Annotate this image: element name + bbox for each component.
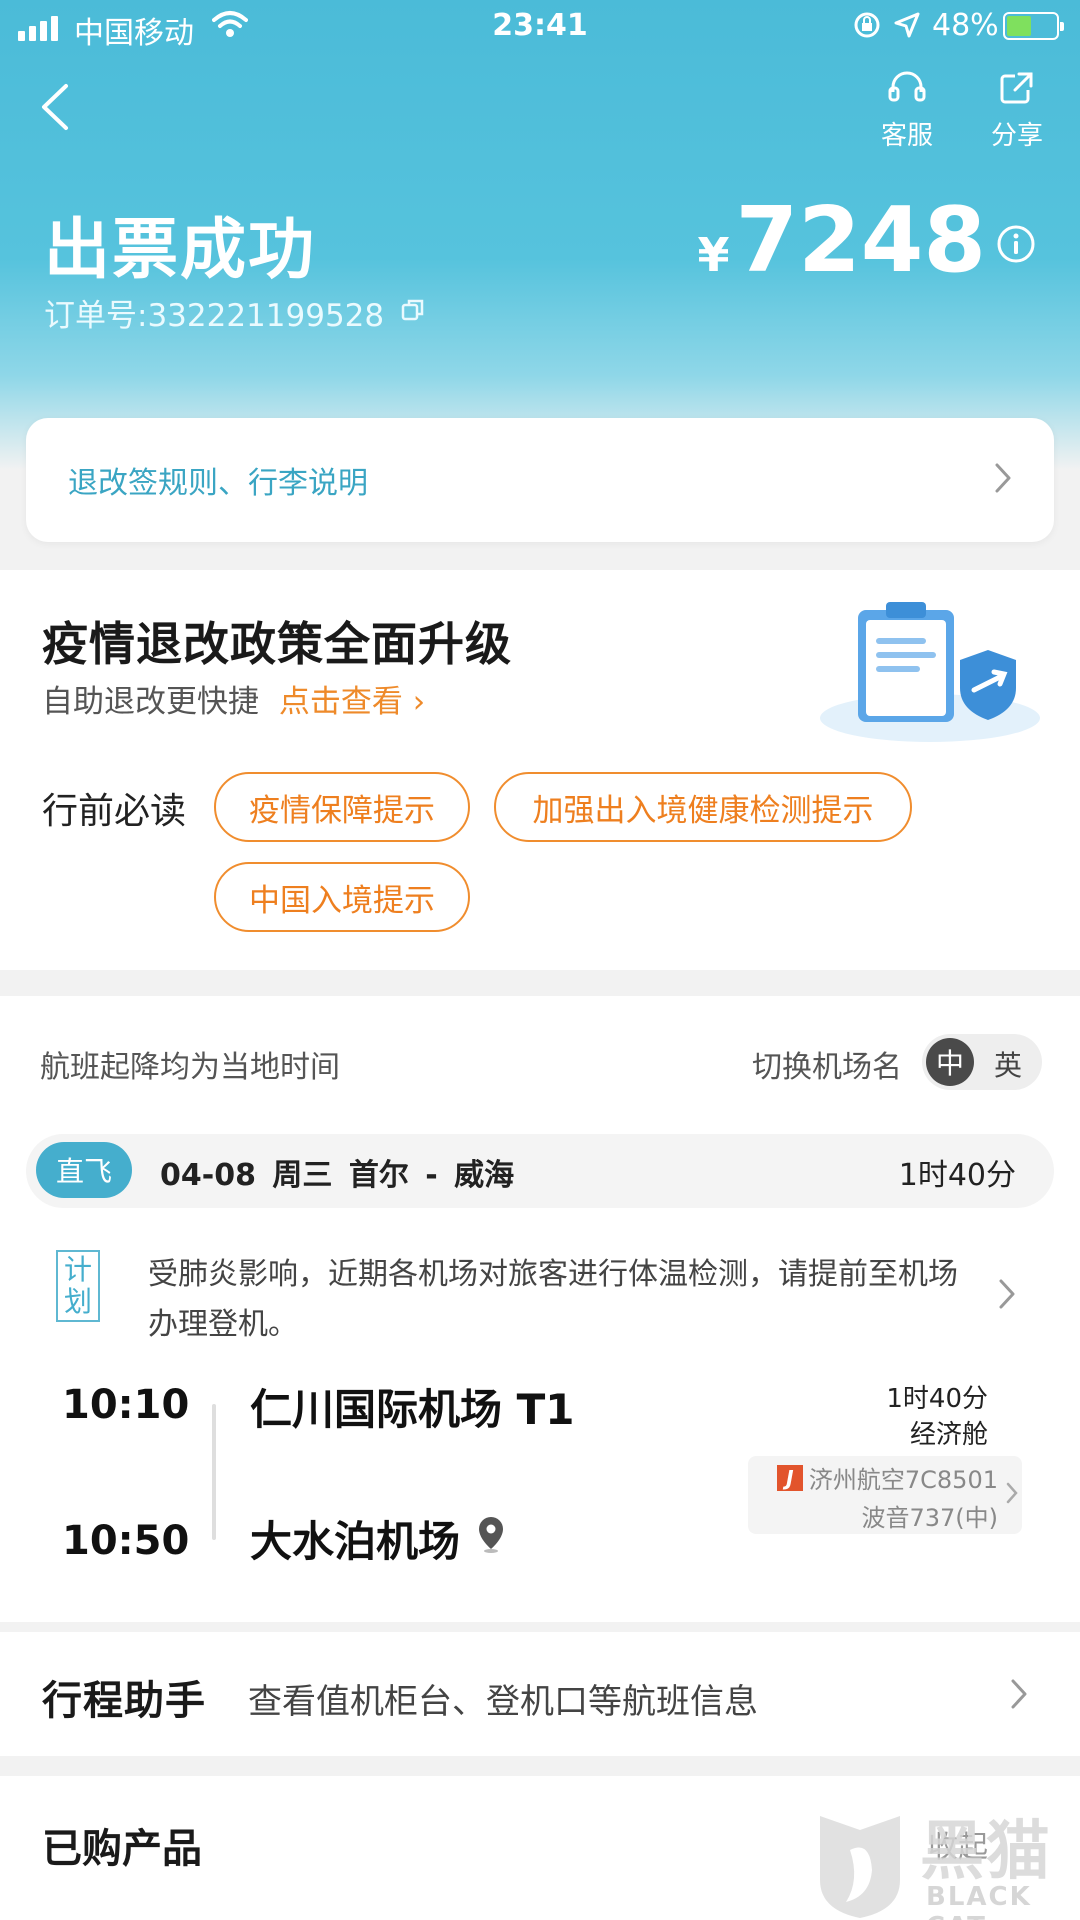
aircraft-type: 波音737(中) [861, 1504, 998, 1532]
arrival-airport-name: 大水泊机场 [250, 1517, 461, 1566]
arrival-time: 10:50 [62, 1518, 190, 1564]
trip-assistant-row[interactable]: 行程助手 查看值机柜台、登机口等航班信息 [0, 1632, 1080, 1756]
chevron-right-icon [1006, 1482, 1018, 1508]
status-bar: 中国移动 23:41 48% [0, 0, 1080, 54]
share-icon [997, 72, 1037, 113]
cabin-class: 经济舱 [909, 1420, 988, 1450]
lang-chinese-option[interactable]: 中 [926, 1038, 974, 1086]
black-cat-watermark: 黑猫 BLACK CAT [810, 1800, 1080, 1920]
segment-route: 04-08 周三 首尔 - 威海 [160, 1158, 515, 1193]
share-label: 分享 [990, 121, 1043, 151]
order-number: 订单号:332221199528 [44, 290, 426, 335]
rotation-lock-icon [852, 10, 882, 48]
covid-subtitle-text: 自助退改更快捷 [42, 684, 259, 720]
price-amount: 7248 [735, 188, 987, 293]
departure-time: 10:10 [62, 1382, 190, 1428]
direct-flight-badge: 直飞 [36, 1142, 132, 1198]
must-read-label: 行前必读 [42, 791, 187, 832]
clipboard-shield-illustration [810, 590, 1040, 754]
airline-info[interactable]: J 济州航空7C8501 波音737(中) [748, 1456, 1022, 1534]
airline-flight-number: 济州航空7C8501 [808, 1466, 998, 1494]
switch-airport-name-label: 切换机场名 [752, 1050, 902, 1085]
covid-policy-section: 疫情退改政策全面升级 自助退改更快捷 点击查看 › 行前必读 疫情保障提示 加强… [0, 570, 1080, 970]
location-icon [892, 10, 922, 48]
plan-badge: 计划 [56, 1250, 101, 1322]
copy-icon[interactable] [400, 295, 426, 331]
service-label: 客服 [880, 121, 933, 151]
map-pin-icon[interactable] [476, 1514, 506, 1563]
watermark-chinese: 黑猫 [920, 1815, 1052, 1889]
headset-icon [887, 71, 927, 113]
epidemic-protection-pill[interactable]: 疫情保障提示 [214, 772, 470, 842]
local-time-note: 航班起降均为当地时间 [40, 1050, 340, 1085]
flight-duration: 1时40分 [886, 1384, 988, 1414]
plan-notice-text: 受肺炎影响，近期各机场对旅客进行体温检测，请提前至机场办理登机。 [148, 1257, 958, 1342]
share-button[interactable]: 分享 [972, 70, 1062, 152]
airline-logo-icon: J [776, 1464, 803, 1491]
view-details-link[interactable]: 点击查看 › [279, 684, 425, 720]
info-icon[interactable] [996, 224, 1036, 268]
departure-airport: 仁川国际机场 T1 [250, 1385, 575, 1434]
purchased-heading: 已购产品 [42, 1826, 202, 1872]
view-details-text: 点击查看 [278, 684, 403, 720]
airline-line: J 济州航空7C8501 [776, 1460, 998, 1495]
china-entry-pill[interactable]: 中国入境提示 [214, 862, 470, 932]
currency-symbol: ¥ [697, 228, 730, 282]
watermark-english: BLACK CAT [926, 1882, 1032, 1920]
chevron-right-icon [998, 1278, 1016, 1314]
chevron-right-icon [994, 462, 1012, 498]
segment-duration: 1时40分 [898, 1158, 1016, 1193]
rules-label: 退改签规则、行李说明 [68, 466, 368, 501]
language-toggle[interactable]: 中 英 [922, 1034, 1042, 1090]
trip-assistant-text: 查看值机柜台、登机口等航班信息 [248, 1682, 758, 1722]
covid-heading: 疫情退改政策全面升级 [42, 617, 512, 671]
rules-baggage-link[interactable]: 退改签规则、行李说明 [26, 418, 1054, 542]
covid-subtitle: 自助退改更快捷 点击查看 › [42, 676, 425, 721]
page-title: 出票成功 [44, 211, 316, 288]
flight-info-section: 航班起降均为当地时间 切换机场名 中 英 直飞 04-08 周三 首尔 - 威海… [0, 996, 1080, 1622]
trip-assistant-brand: 行程助手 [42, 1678, 206, 1724]
health-check-pill[interactable]: 加强出入境健康检测提示 [494, 772, 912, 842]
total-price: ¥ 7248 [697, 196, 986, 286]
arrival-airport: 大水泊机场 [250, 1508, 506, 1569]
back-chevron-icon[interactable] [38, 82, 70, 136]
lang-english-option[interactable]: 英 [994, 1044, 1022, 1084]
order-number-text: 订单号:332221199528 [44, 298, 385, 334]
route-line [212, 1404, 216, 1540]
segment-bar: 直飞 04-08 周三 首尔 - 威海 1时40分 [26, 1134, 1054, 1208]
battery-percent: 48% [932, 8, 999, 43]
battery-charging-icon [1003, 12, 1064, 40]
chevron-right-icon [1010, 1678, 1028, 1714]
customer-service-button[interactable]: 客服 [862, 70, 952, 152]
